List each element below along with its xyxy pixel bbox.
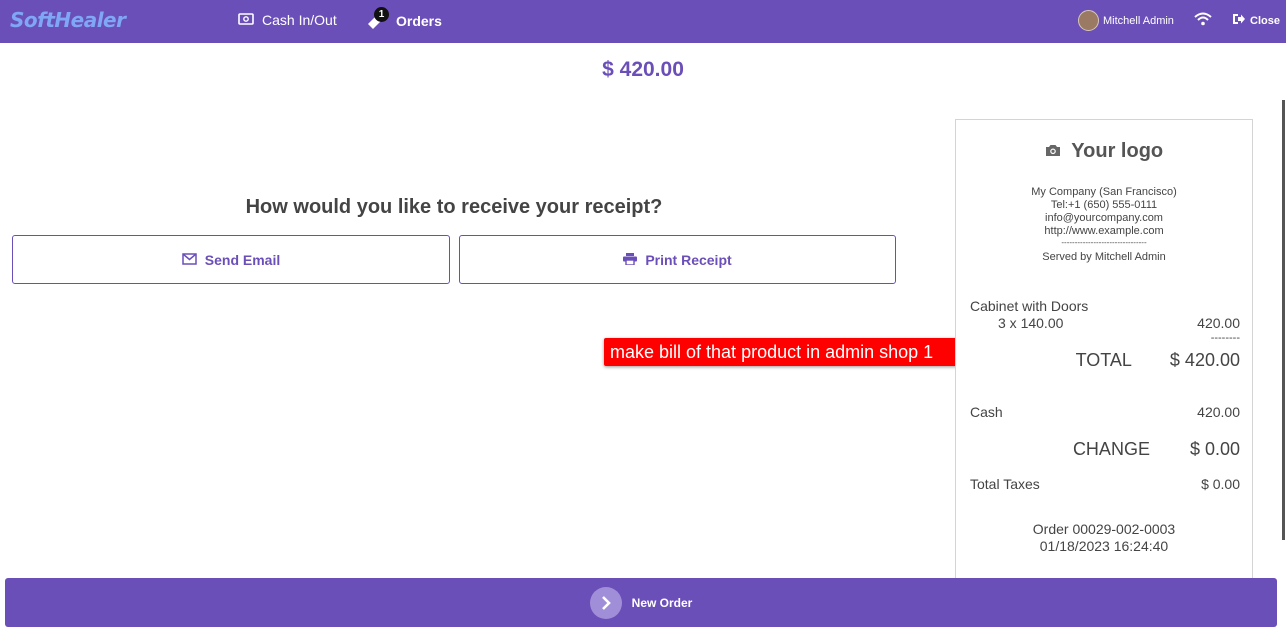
print-receipt-label: Print Receipt	[645, 251, 732, 268]
total-value: $ 420.00	[1169, 350, 1240, 370]
orders-label: Orders	[396, 13, 442, 29]
receipt-total: TOTAL $ 420.00	[970, 350, 1240, 371]
receipt-line-product: Cabinet with Doors	[970, 298, 1240, 314]
product-name: Cabinet with Doors	[970, 298, 1089, 314]
close-button[interactable]: Close	[1232, 13, 1280, 28]
envelope-icon	[182, 252, 197, 268]
receipt-preview: Your logo My Company (San Francisco) Tel…	[955, 119, 1253, 579]
new-order-label: New Order	[631, 595, 693, 610]
receipt-payment-line: Cash 420.00	[970, 404, 1240, 420]
receipt-taxes: Total Taxes $ 0.00	[970, 476, 1240, 492]
cash-in-out-button[interactable]: Cash In/Out	[238, 12, 337, 28]
avatar	[1078, 10, 1099, 31]
orders-count-badge: 1	[374, 7, 389, 22]
company-name: My Company (San Francisco)	[1031, 186, 1177, 198]
brand-logo: SoftHealer	[10, 8, 126, 32]
user-name: Mitchell Admin	[1103, 14, 1174, 27]
product-line-total: 420.00	[1197, 315, 1240, 331]
payment-value: 420.00	[1197, 404, 1240, 420]
wifi-icon	[1194, 12, 1212, 31]
receipt-logo-text: Your logo	[1071, 140, 1164, 162]
payment-amount: $ 420.00	[602, 58, 684, 81]
change-value: $ 0.00	[1189, 439, 1240, 459]
product-qty: 3 x 140.00	[998, 315, 1064, 331]
receipt-scrollbar[interactable]	[1282, 100, 1285, 540]
receipt-change: CHANGE $ 0.00	[970, 439, 1240, 460]
money-icon	[238, 12, 254, 28]
receipt-company-info: My Company (San Francisco) Tel:+1 (650) …	[956, 186, 1252, 264]
camera-icon	[1045, 144, 1065, 161]
ticket-icon: 1	[366, 7, 389, 30]
send-email-label: Send Email	[204, 251, 281, 268]
change-label: CHANGE	[1072, 439, 1150, 459]
chevron-right-icon	[589, 586, 622, 619]
receipt-line-qty: 3 x 140.00 420.00	[970, 315, 1240, 331]
company-email: info@yourcompany.com	[1045, 212, 1163, 224]
send-email-button[interactable]: Send Email	[12, 235, 450, 284]
user-menu[interactable]: Mitchell Admin	[1078, 10, 1174, 31]
annotation-note: make bill of that product in admin shop …	[604, 338, 990, 366]
order-reference: Order 00029-002-0003	[1032, 521, 1176, 537]
receipt-dashes: --------	[970, 332, 1240, 344]
taxes-value: $ 0.00	[1201, 476, 1240, 492]
printer-icon	[623, 252, 638, 268]
close-label: Close	[1250, 14, 1280, 27]
served-by: Served by Mitchell Admin	[1042, 251, 1166, 263]
receipt-question: How would you like to receive your recei…	[245, 196, 663, 218]
taxes-label: Total Taxes	[970, 476, 1040, 492]
new-order-button[interactable]: New Order	[5, 578, 1277, 627]
sign-out-icon	[1232, 13, 1246, 28]
orders-button[interactable]: 1 Orders	[366, 7, 442, 30]
company-website: http://www.example.com	[1044, 225, 1164, 237]
company-tel: Tel:+1 (650) 555-0111	[1050, 199, 1158, 211]
print-receipt-button[interactable]: Print Receipt	[459, 235, 896, 284]
cash-in-out-label: Cash In/Out	[262, 12, 337, 28]
top-bar: SoftHealer Cash In/Out 1 Orders Mitchell…	[0, 0, 1286, 43]
receipt-separator: --------------------------------	[1061, 238, 1147, 247]
receipt-logo: Your logo	[956, 140, 1252, 163]
total-label: TOTAL	[1075, 350, 1132, 370]
dash-line: --------	[1210, 332, 1240, 344]
order-date: 01/18/2023 16:24:40	[1039, 538, 1169, 554]
payment-method: Cash	[970, 404, 1003, 420]
